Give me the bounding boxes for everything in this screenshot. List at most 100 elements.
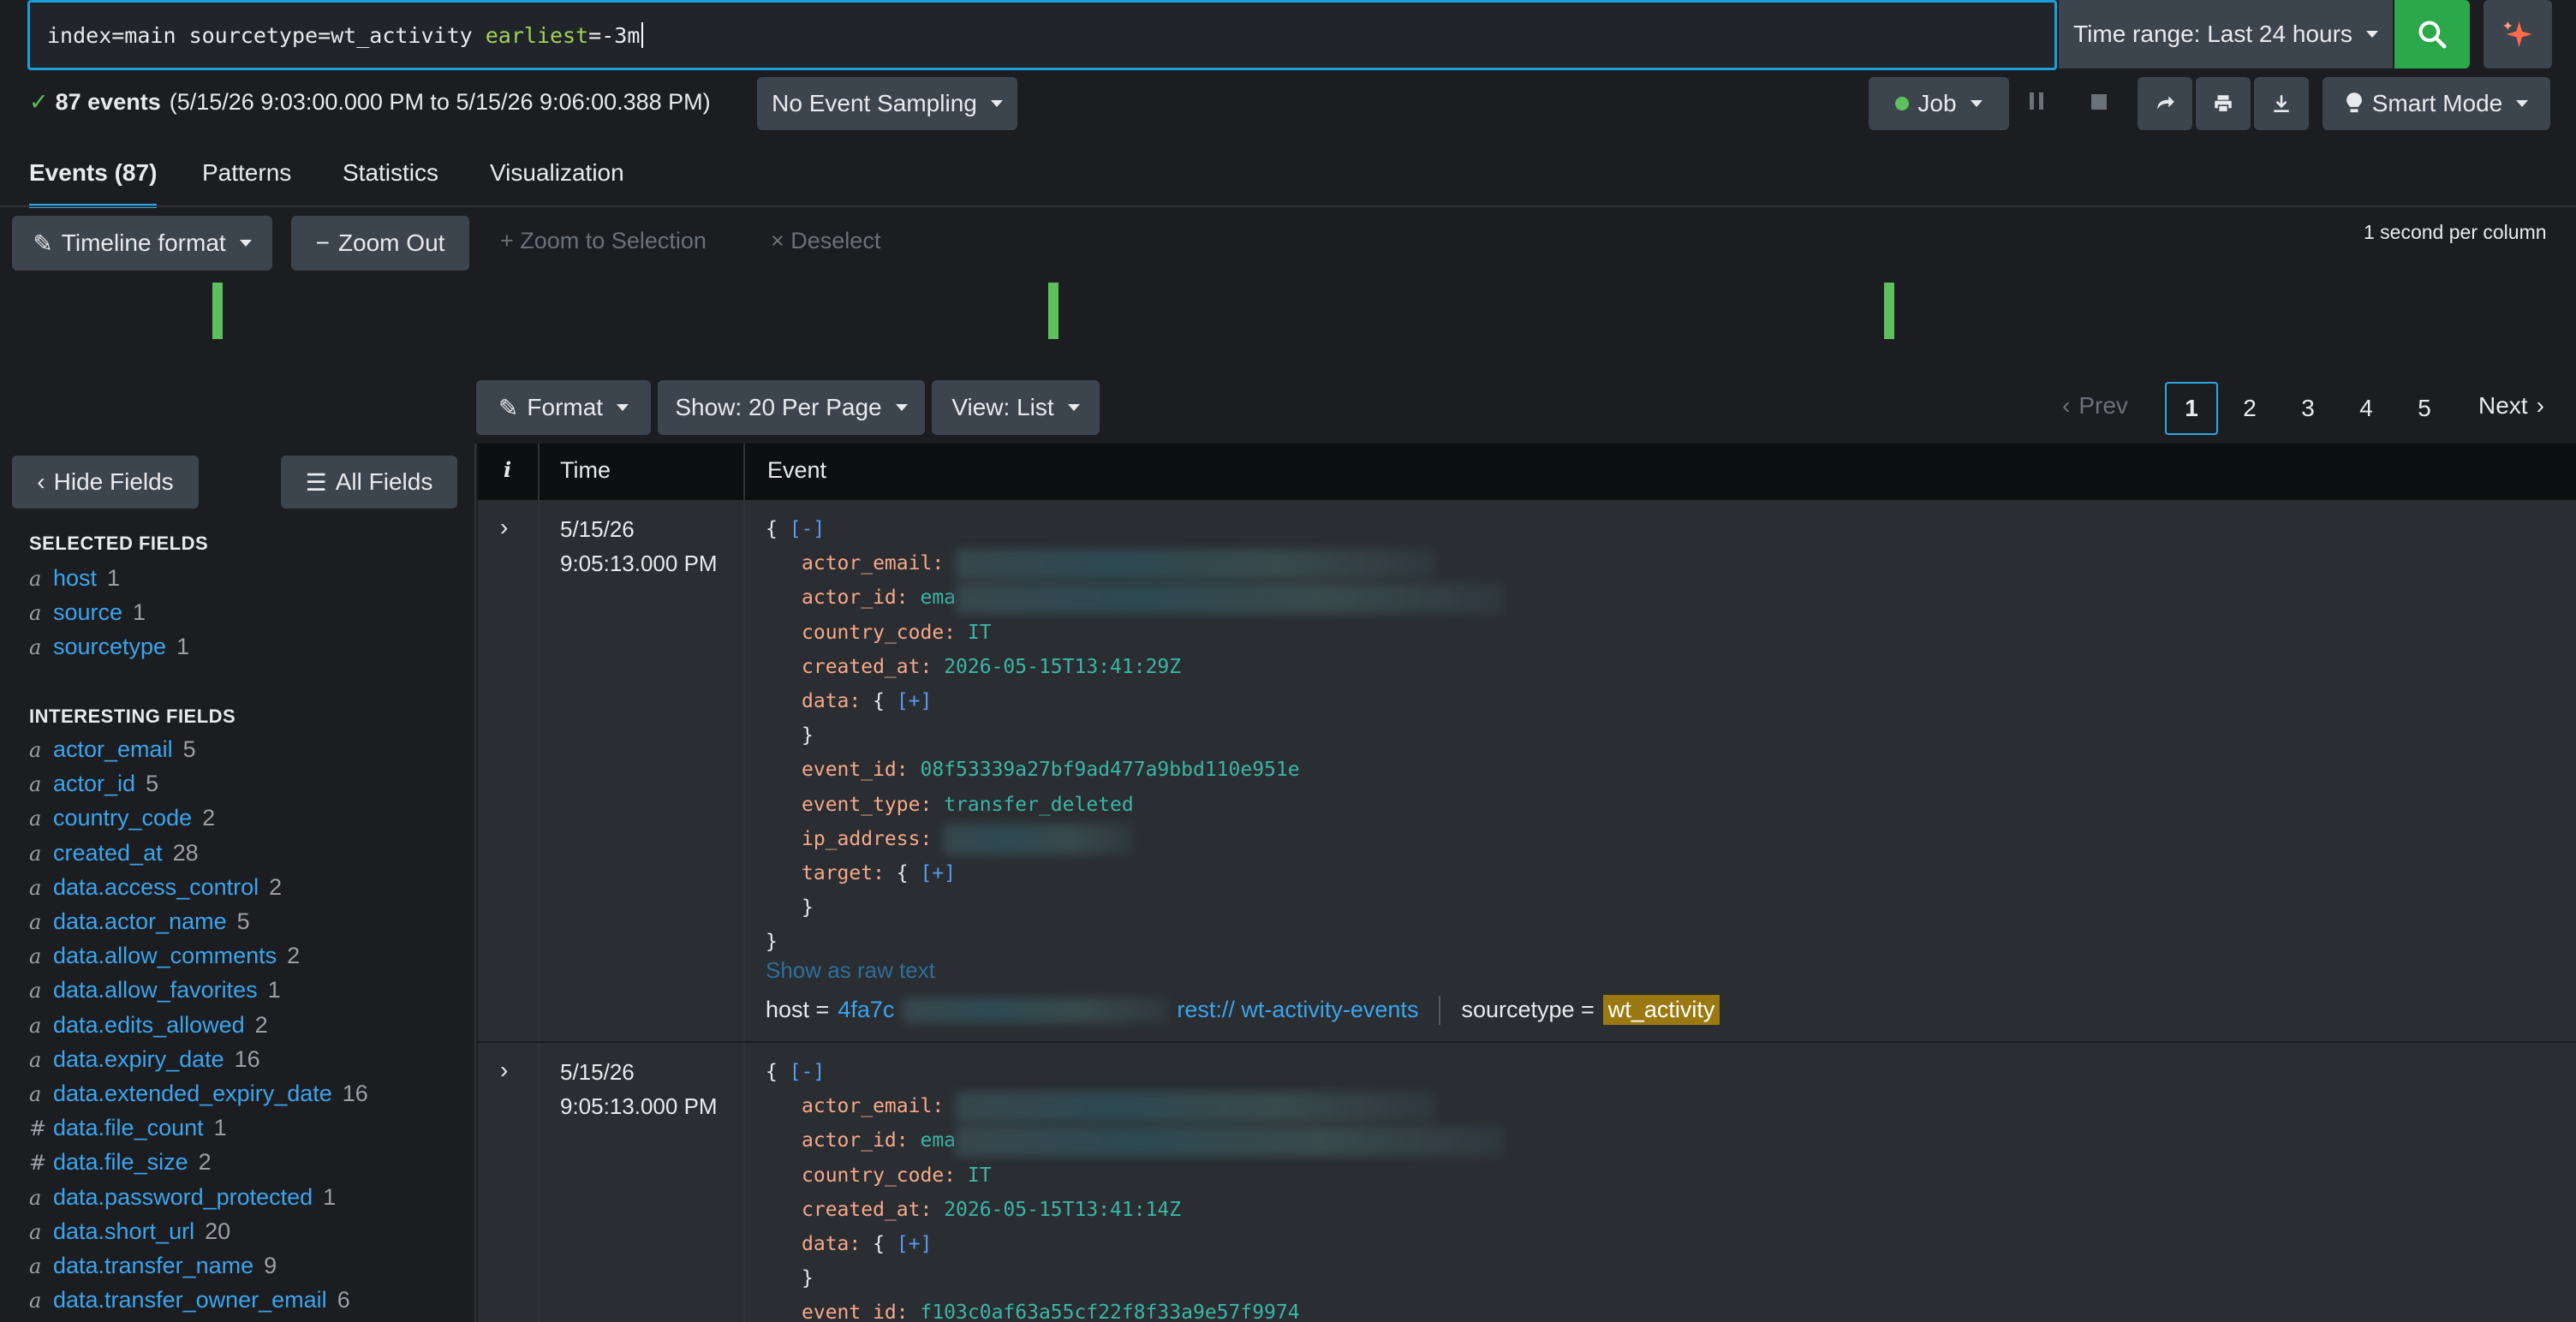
tab-visualization[interactable]: Visualization — [490, 159, 624, 187]
field-item[interactable]: # data.file_size 2 — [29, 1149, 212, 1176]
field-name[interactable]: data.allow_favorites — [53, 977, 258, 1003]
json-value[interactable]: f103c0af63a55cf22f8f33a9e57f9974 — [920, 1301, 1299, 1322]
expand-json-button[interactable]: [+] — [921, 862, 957, 884]
field-name[interactable]: host — [53, 565, 97, 592]
deselect-button[interactable]: × Deselect — [771, 228, 880, 254]
field-item[interactable]: a data.allow_favorites 1 — [29, 977, 281, 1003]
hide-fields-button[interactable]: ‹ Hide Fields — [12, 456, 199, 509]
timeline-bar[interactable] — [1048, 283, 1058, 339]
next-page-button[interactable]: Next › — [2478, 392, 2544, 420]
collapse-json-button[interactable]: [-] — [790, 1061, 826, 1083]
collapse-json-button[interactable]: [-] — [790, 518, 826, 540]
field-name[interactable]: country_code — [53, 805, 192, 831]
print-button[interactable] — [2196, 77, 2251, 130]
field-item[interactable]: a data.short_url 20 — [29, 1218, 230, 1245]
field-item[interactable]: a created_at 28 — [29, 840, 199, 866]
field-name[interactable]: data.transfer_owner_email — [53, 1287, 327, 1313]
field-item[interactable]: a actor_email 5 — [29, 736, 196, 763]
event-column-header[interactable]: Event — [767, 457, 826, 484]
show-raw-text-link[interactable]: Show as raw text — [766, 957, 935, 984]
expand-json-button[interactable]: [+] — [897, 1233, 933, 1255]
field-item[interactable]: a data.actor_name 5 — [29, 908, 250, 935]
view-dropdown[interactable]: View: List — [932, 380, 1100, 435]
search-mode-dropdown[interactable]: Smart Mode — [2323, 77, 2550, 130]
expand-row-chevron-icon[interactable]: › — [500, 514, 508, 541]
zoom-out-button[interactable]: − Zoom Out — [291, 216, 469, 271]
field-name[interactable]: data.file_count — [53, 1115, 204, 1141]
field-name[interactable]: data.expiry_date — [53, 1046, 224, 1073]
page-5[interactable]: 5 — [2398, 382, 2451, 435]
json-value[interactable]: transfer_deleted — [944, 794, 1134, 816]
time-range-picker[interactable]: Time range: Last 24 hours — [2059, 0, 2393, 68]
json-value[interactable]: 2026-05-15T13:41:29Z — [944, 656, 1181, 678]
field-name[interactable]: data.actor_name — [53, 908, 227, 935]
expand-row-chevron-icon[interactable]: › — [500, 1057, 508, 1084]
job-menu-button[interactable]: Job — [1869, 77, 2009, 130]
export-button[interactable] — [2254, 77, 2309, 130]
field-item[interactable]: a country_code 2 — [29, 805, 215, 831]
pause-button[interactable] — [2030, 92, 2043, 110]
field-name[interactable]: data.password_protected — [53, 1184, 313, 1211]
json-value[interactable]: IT — [968, 622, 992, 644]
zoom-to-selection-button[interactable]: + Zoom to Selection — [500, 228, 707, 254]
printer-icon — [2215, 95, 2232, 113]
field-item[interactable]: a data.transfer_owner_email 6 — [29, 1287, 350, 1313]
page-1[interactable]: 1 — [2165, 382, 2218, 435]
field-count: 16 — [342, 1081, 368, 1106]
field-item[interactable]: a data.access_control 2 — [29, 874, 282, 901]
search-input[interactable]: index=main sourcetype=wt_activity earlie… — [27, 0, 2057, 70]
timeline-bar[interactable] — [212, 283, 223, 339]
field-name[interactable]: actor_id — [53, 771, 135, 797]
source-value[interactable]: rest:// wt-activity-events — [1177, 997, 1418, 1023]
field-item[interactable]: a data.password_protected 1 — [29, 1184, 336, 1211]
field-item[interactable]: # data.file_count 1 — [29, 1115, 227, 1141]
field-item[interactable]: a host 1 — [29, 565, 120, 592]
field-item[interactable]: a sourcetype 1 — [29, 634, 189, 660]
stop-button[interactable] — [2091, 94, 2107, 110]
expand-json-button[interactable]: [+] — [897, 690, 933, 712]
field-name[interactable]: source — [53, 599, 122, 626]
ai-assistant-button[interactable] — [2484, 0, 2552, 68]
json-value[interactable]: 2026-05-15T13:41:14Z — [944, 1199, 1181, 1221]
sourcetype-value[interactable]: wt_activity — [1602, 995, 1720, 1025]
tab-events[interactable]: Events (87) — [29, 159, 158, 208]
tab-patterns[interactable]: Patterns — [202, 159, 291, 187]
per-page-dropdown[interactable]: Show: 20 Per Page — [658, 380, 925, 435]
format-dropdown[interactable]: ✎ Format — [476, 380, 651, 435]
field-item[interactable]: a data.allow_comments 2 — [29, 943, 300, 969]
field-item[interactable]: a source 1 — [29, 599, 146, 626]
field-item[interactable]: a data.edits_allowed 2 — [29, 1012, 268, 1039]
field-name[interactable]: data.short_url — [53, 1218, 194, 1245]
json-value[interactable]: IT — [968, 1164, 992, 1187]
timeline-format-dropdown[interactable]: ✎ Timeline format — [12, 216, 272, 271]
column-divider — [743, 1043, 745, 1322]
field-name[interactable]: sourcetype — [53, 634, 166, 660]
field-item[interactable]: a data.expiry_date 16 — [29, 1046, 260, 1073]
timeline-bar[interactable] — [1884, 283, 1894, 339]
prev-page-button[interactable]: ‹ Prev — [2062, 392, 2128, 420]
field-name[interactable]: created_at — [53, 840, 163, 866]
field-name[interactable]: data.file_size — [53, 1149, 188, 1176]
share-button[interactable] — [2138, 77, 2192, 130]
field-name[interactable]: data.allow_comments — [53, 943, 277, 969]
search-button[interactable] — [2394, 0, 2470, 68]
time-column-header[interactable]: Time — [560, 457, 611, 484]
page-2[interactable]: 2 — [2223, 382, 2276, 435]
host-value[interactable]: 4fa7c — [838, 997, 894, 1023]
page-3[interactable]: 3 — [2281, 382, 2334, 435]
page-4[interactable]: 4 — [2340, 382, 2393, 435]
event-sampling-dropdown[interactable]: No Event Sampling — [757, 77, 1017, 130]
field-item[interactable]: a actor_id 5 — [29, 771, 158, 797]
tab-statistics[interactable]: Statistics — [343, 159, 438, 187]
field-name[interactable]: data.extended_expiry_date — [53, 1081, 332, 1107]
field-name[interactable]: data.access_control — [53, 874, 259, 901]
field-item[interactable]: a data.transfer_name 9 — [29, 1253, 277, 1279]
all-fields-button[interactable]: ☰ All Fields — [281, 456, 457, 509]
field-name[interactable]: data.transfer_name — [53, 1253, 253, 1279]
json-value[interactable]: 08f53339a27bf9ad477a9bbd110e951e — [920, 759, 1299, 781]
field-name[interactable]: data.edits_allowed — [53, 1012, 245, 1039]
field-name[interactable]: actor_email — [53, 736, 173, 763]
json-value[interactable]: ema — [920, 1129, 956, 1152]
json-value[interactable]: ema — [920, 587, 956, 609]
field-item[interactable]: a data.extended_expiry_date 16 — [29, 1081, 368, 1107]
